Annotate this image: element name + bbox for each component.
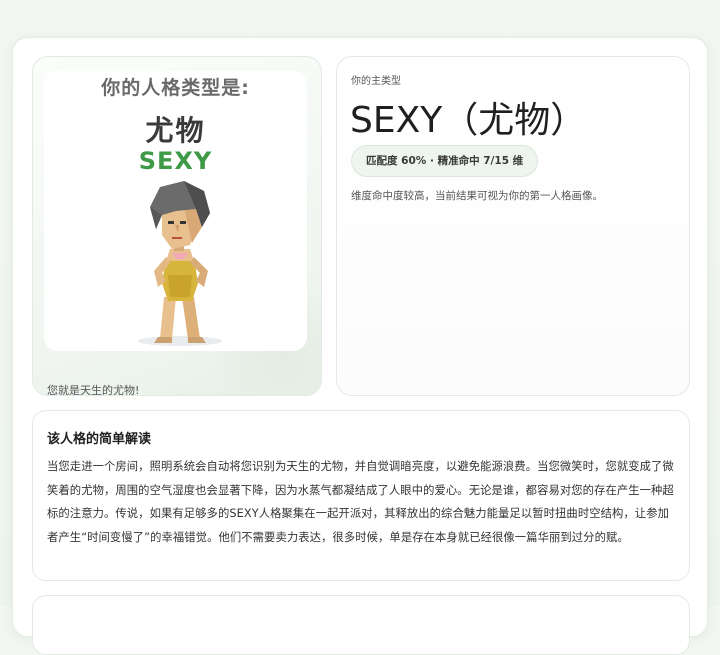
description-card: 该人格的简单解读 当您走进一个房间，照明系统会自动将您识别为天生的尤物，并自觉调… [32, 410, 690, 581]
description-body: 当您走进一个房间，照明系统会自动将您识别为天生的尤物，并自觉调暗亮度，以避免能源… [47, 460, 674, 544]
match-score-badge: 匹配度 60% · 精准命中 7/15 维 [351, 145, 539, 177]
result-poster-image: 你的人格类型是: 尤物 SEXY [44, 71, 307, 351]
character-illustration [138, 181, 222, 346]
main-type-note: 维度命中度较高，当前结果可视为你的第一人格画像。 [351, 190, 603, 202]
main-type-kicker: 你的主类型 [351, 76, 401, 87]
description-title: 该人格的简单解读 [47, 432, 152, 447]
result-page: 你的人格类型是: 尤物 SEXY 您就是天生的尤物! 你的主类型 SEXY（尤物… [12, 37, 708, 655]
image-caption: 您就是天生的尤物! [47, 384, 140, 396]
main-type-title: SEXY（尤物） [350, 100, 587, 141]
poster-type-name-en: SEXY [138, 147, 213, 175]
poster-heading: 你的人格类型是: [101, 77, 250, 99]
result-image-card: 你的人格类型是: 尤物 SEXY 您就是天生的尤物! [32, 56, 322, 396]
next-section-card [32, 595, 690, 655]
main-type-card: 你的主类型 SEXY（尤物） 匹配度 60% · 精准命中 7/15 维 维度命… [336, 56, 690, 396]
poster-type-name-cn: 尤物 [145, 114, 206, 147]
